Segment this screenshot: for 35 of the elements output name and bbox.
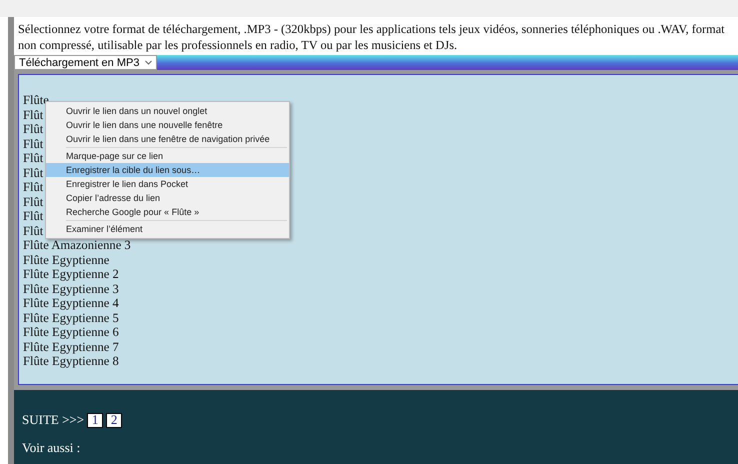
list-link[interactable]: Flût — [23, 108, 44, 122]
list-link[interactable]: Flût — [23, 209, 44, 223]
menu-item[interactable]: Examiner l’élément — [46, 222, 289, 236]
list-link[interactable]: Flût — [23, 136, 44, 150]
list-link[interactable]: Flûte Egyptienne 2 — [23, 267, 119, 281]
menu-item[interactable]: Enregistrer la cible du lien sous… — [46, 163, 289, 177]
list-link[interactable]: Flûte Egyptienne 8 — [23, 354, 119, 368]
page-link[interactable]: 2 — [106, 412, 122, 428]
menu-item[interactable]: Enregistrer le lien dans Pocket — [46, 177, 289, 191]
page-link[interactable]: 1 — [87, 412, 104, 428]
list-link[interactable]: Flûte Amazonienne 3 — [23, 238, 131, 252]
format-select[interactable]: Téléchargement en MP3 — [14, 55, 158, 70]
next-label: SUITE >>> — [22, 412, 84, 428]
menu-item[interactable]: Ouvrir le lien dans une fenêtre de navigation privée — [46, 132, 289, 146]
list-link[interactable]: Flût — [23, 151, 44, 165]
list-link[interactable]: Flûte Egyptienne 5 — [23, 310, 119, 324]
menu-item[interactable]: Ouvrir le lien dans un nouvel onglet — [46, 104, 289, 118]
list-link[interactable]: Flûte Egyptienne 3 — [23, 282, 119, 296]
list-link[interactable]: Flût — [23, 224, 44, 238]
see-also-label: Voir aussi : — [22, 440, 80, 456]
list-link[interactable]: Flûte Egyptienne 6 — [23, 325, 119, 339]
menu-item[interactable]: Recherche Google pour « Flûte » — [46, 205, 289, 219]
menu-item[interactable]: Ouvrir le lien dans une nouvelle fenêtre — [46, 118, 289, 132]
list-link[interactable]: Flût — [23, 194, 44, 208]
list-link[interactable]: Flûte — [23, 93, 49, 107]
menu-item[interactable]: Copier l’adresse du lien — [46, 191, 289, 205]
list-link[interactable]: Flût — [23, 166, 44, 180]
intro-text: Sélectionnez votre format de téléchargement, .MP3 - (320kbps) pour les applications tels jeux vidéos, sonneries téléphoniques ou .WAV, format non compressé, utilisable par les professionnels en radio, TV ou par les musiciens et DJs. — [17, 21, 726, 54]
list-link[interactable]: Flûte Egyptienne 7 — [23, 340, 119, 354]
list-link[interactable]: Flût — [23, 122, 44, 136]
list-link[interactable]: Flût — [23, 180, 44, 194]
list-link[interactable]: Flûte Egyptienne 4 — [23, 296, 119, 310]
menu-item[interactable]: Marque-page sur ce lien — [46, 149, 289, 163]
list-link[interactable]: Flûte Egyptienne — [23, 252, 110, 266]
chevron-icon — [145, 60, 152, 65]
